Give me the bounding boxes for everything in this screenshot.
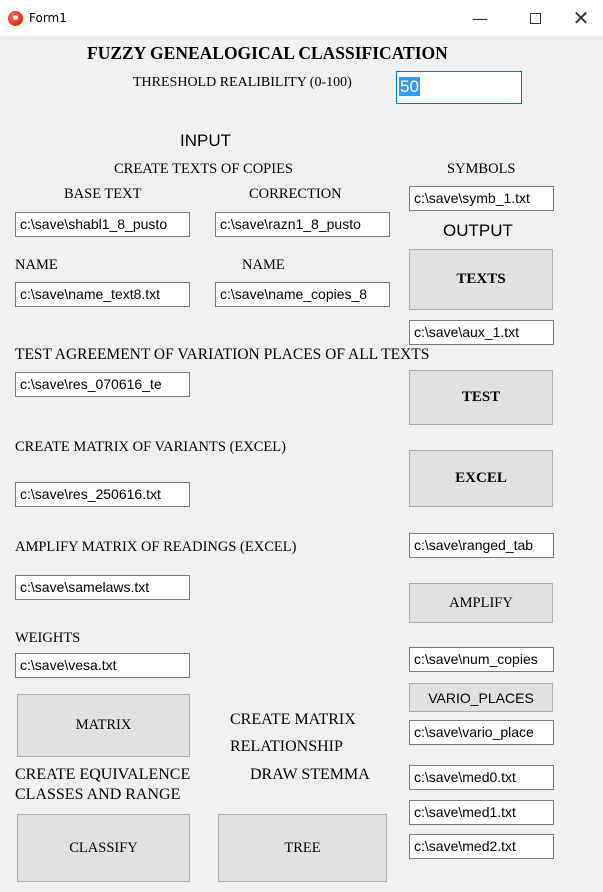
window-titlebar[interactable]: Form1 — ✕ bbox=[0, 0, 603, 36]
amplify-matrix-label: AMPLIFY MATRIX OF READINGS (EXCEL) bbox=[15, 539, 297, 555]
vario-places-button[interactable]: VARIO_PLACES bbox=[409, 683, 553, 712]
test-result-field[interactable]: c:\save\res_070616_te bbox=[15, 372, 190, 397]
med2-field[interactable]: c:\save\med2.txt bbox=[409, 834, 554, 859]
maximize-button[interactable] bbox=[512, 0, 558, 36]
create-matrix-label: CREATE MATRIX bbox=[230, 711, 356, 728]
close-button[interactable]: ✕ bbox=[558, 0, 603, 36]
threshold-label: THRESHOLD REALIBILITY (0-100) bbox=[133, 75, 352, 90]
samelaws-field[interactable]: c:\save\samelaws.txt bbox=[15, 575, 190, 600]
correction-label: CORRECTION bbox=[249, 186, 342, 202]
excel-button[interactable]: EXCEL bbox=[409, 450, 553, 507]
weights-label: WEIGHTS bbox=[15, 630, 81, 646]
relationship-label: RELATIONSHIP bbox=[230, 738, 343, 755]
name-label-base: NAME bbox=[15, 257, 58, 273]
classify-button[interactable]: CLASSIFY bbox=[17, 814, 190, 882]
test-agreement-label: TEST AGREEMENT OF VARIATION PLACES OF AL… bbox=[15, 346, 430, 363]
base-text-label: BASE TEXT bbox=[64, 186, 142, 202]
matrix-button[interactable]: MATRIX bbox=[17, 694, 190, 757]
form-title: FUZZY GENEALOGICAL CLASSIFICATION bbox=[87, 43, 448, 63]
classes-and-range-label: CLASSES AND RANGE bbox=[15, 786, 181, 803]
symbols-field[interactable]: c:\save\symb_1.txt bbox=[409, 186, 554, 211]
base-text-field[interactable]: c:\save\shabl1_8_pusto bbox=[15, 212, 190, 237]
create-texts-label: CREATE TEXTS OF COPIES bbox=[114, 161, 293, 177]
name-copies-field[interactable]: c:\save\name_copies_8 bbox=[215, 282, 390, 307]
form-client-area: FUZZY GENEALOGICAL CLASSIFICATION THRESH… bbox=[0, 36, 603, 892]
tree-button[interactable]: TREE bbox=[218, 814, 387, 882]
app-icon bbox=[8, 11, 23, 26]
name-label-copies: NAME bbox=[242, 257, 285, 273]
name-text-field[interactable]: c:\save\name_text8.txt bbox=[15, 282, 190, 307]
num-copies-field[interactable]: c:\save\num_copies bbox=[409, 647, 554, 672]
correction-field[interactable]: c:\save\razn1_8_pusto bbox=[215, 212, 390, 237]
output-heading: OUTPUT bbox=[443, 221, 513, 240]
amplify-button[interactable]: AMPLIFY bbox=[409, 583, 553, 623]
threshold-value[interactable]: 50 bbox=[399, 77, 420, 96]
window-title: Form1 bbox=[29, 11, 67, 25]
med0-field[interactable]: c:\save\med0.txt bbox=[409, 765, 554, 790]
threshold-input[interactable]: 50 bbox=[396, 71, 522, 104]
draw-stemma-label: DRAW STEMMA bbox=[250, 766, 370, 783]
aux-field[interactable]: c:\save\aux_1.txt bbox=[409, 320, 554, 345]
create-matrix-variants-label: CREATE MATRIX OF VARIANTS (EXCEL) bbox=[15, 439, 286, 455]
weights-field[interactable]: c:\save\vesa.txt bbox=[15, 653, 190, 678]
med1-field[interactable]: c:\save\med1.txt bbox=[409, 800, 554, 825]
vario-places-field[interactable]: c:\save\vario_place bbox=[409, 720, 554, 745]
maximize-icon bbox=[529, 12, 541, 24]
minimize-button[interactable]: — bbox=[457, 0, 503, 36]
ranged-table-field[interactable]: c:\save\ranged_tab bbox=[409, 533, 554, 558]
create-equivalence-label: CREATE EQUIVALENCE bbox=[15, 766, 191, 783]
symbols-label: SYMBOLS bbox=[447, 161, 516, 177]
texts-button[interactable]: TEXTS bbox=[409, 249, 553, 310]
test-button[interactable]: TEST bbox=[409, 370, 553, 425]
variants-result-field[interactable]: c:\save\res_250616.txt bbox=[15, 482, 190, 507]
input-heading: INPUT bbox=[180, 131, 231, 150]
